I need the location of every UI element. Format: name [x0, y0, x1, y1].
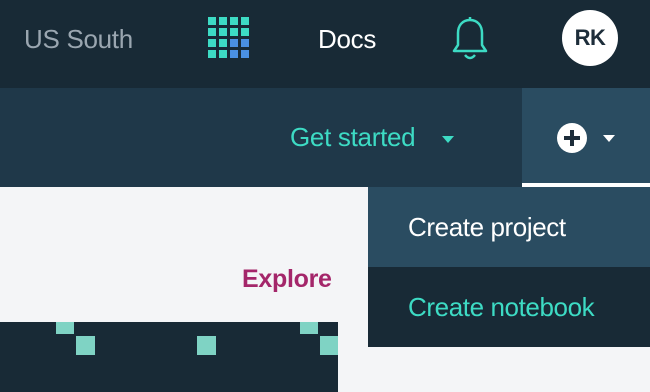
- add-dropdown-menu: Create project Create notebook: [368, 187, 650, 347]
- region-selector[interactable]: US South: [24, 24, 133, 55]
- chevron-down-icon[interactable]: [442, 136, 454, 143]
- decorative-square: [197, 336, 216, 355]
- explore-link[interactable]: Explore: [242, 265, 332, 294]
- menu-item-create-project[interactable]: Create project: [368, 187, 650, 267]
- decorative-square: [300, 322, 318, 334]
- explore-card-banner[interactable]: [0, 322, 338, 392]
- top-bar: US South Docs RK: [0, 0, 650, 88]
- menu-item-create-notebook[interactable]: Create notebook: [368, 267, 650, 347]
- get-started-menu[interactable]: Get started: [290, 122, 416, 153]
- avatar[interactable]: RK: [562, 10, 618, 66]
- decorative-square: [56, 322, 74, 334]
- menu-item-label: Create project: [408, 212, 566, 242]
- decorative-square: [320, 336, 338, 355]
- bell-icon[interactable]: [450, 16, 490, 62]
- decorative-square: [76, 336, 95, 355]
- chevron-down-icon[interactable]: [603, 135, 615, 142]
- docs-link[interactable]: Docs: [318, 24, 376, 55]
- plus-circle-icon[interactable]: [556, 122, 588, 154]
- menu-item-label: Create notebook: [408, 292, 595, 322]
- apps-grid-icon[interactable]: [208, 17, 250, 59]
